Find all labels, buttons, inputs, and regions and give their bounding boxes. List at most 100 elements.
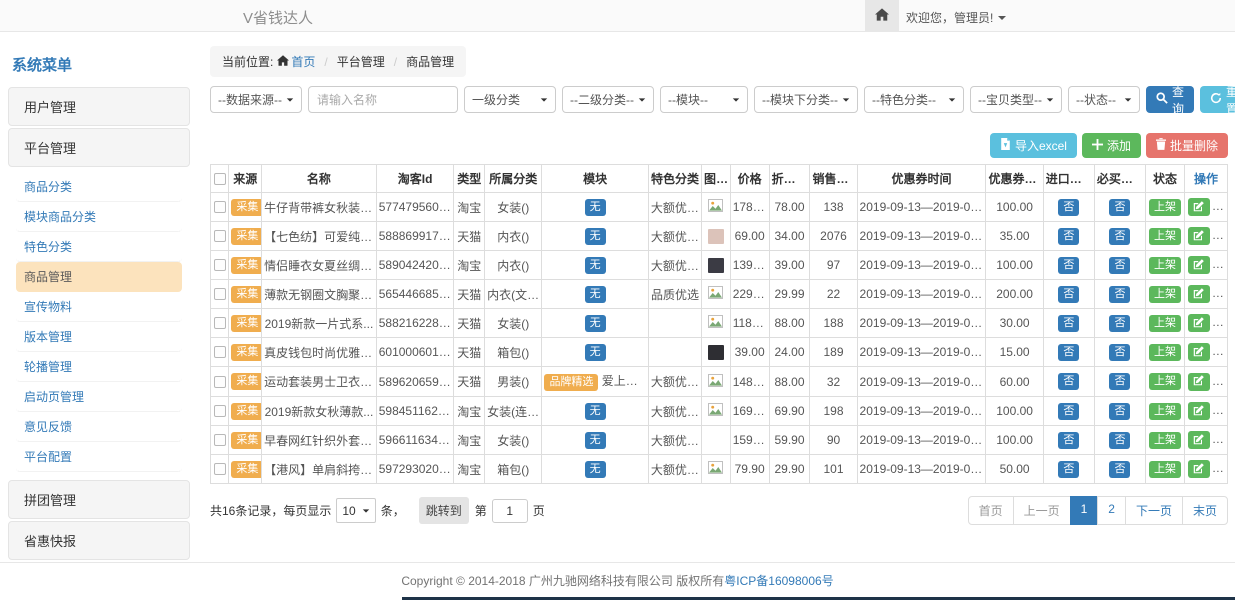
row-checkbox[interactable] <box>214 317 226 329</box>
filter-select-2[interactable]: --二级分类-- <box>562 86 654 113</box>
file-import-icon <box>1000 138 1011 153</box>
row-checkbox[interactable] <box>214 288 226 300</box>
user-menu[interactable]: 欢迎您，管理员! <box>906 9 1006 26</box>
source-cell: 采集 <box>229 397 262 426</box>
sidebar-group-拼团管理[interactable]: 拼团管理 <box>8 480 190 519</box>
pencil-icon <box>1193 287 1205 302</box>
jump-page-input[interactable] <box>492 499 528 523</box>
column-header-操作: 操作 <box>1184 165 1227 193</box>
status-badge: 上架 <box>1149 403 1181 420</box>
coupon-time-cell: 2019-09-13—2019-09-17 <box>857 426 986 455</box>
pager-item-首页[interactable]: 首页 <box>968 496 1014 525</box>
must-buy-cell: 否 <box>1094 455 1145 484</box>
sidebar-item-宣传物料[interactable]: 宣传物料 <box>16 292 182 322</box>
filter-select-4[interactable]: --模块下分类-- <box>754 86 858 113</box>
breadcrumb-item-goods: 商品管理 <box>406 53 454 70</box>
module-badge: 无 <box>585 257 606 274</box>
filter-select-value: --模块下分类-- <box>762 91 838 108</box>
pager-item-下一页[interactable]: 下一页 <box>1125 496 1183 525</box>
sale-price-cell: 29.90 <box>769 455 810 484</box>
filter-select-6[interactable]: --宝贝类型-- <box>970 86 1062 113</box>
type-cell: 天猫 <box>454 222 485 251</box>
sidebar-item-版本管理[interactable]: 版本管理 <box>16 322 182 352</box>
sale-price-cell: 39.00 <box>769 251 810 280</box>
import-badge: 否 <box>1058 257 1079 274</box>
edit-button[interactable] <box>1188 460 1210 478</box>
row-checkbox[interactable] <box>214 405 226 417</box>
pager-item-上一页[interactable]: 上一页 <box>1013 496 1071 525</box>
select-all-checkbox[interactable] <box>214 173 226 185</box>
source-badge: 采集 <box>231 228 261 245</box>
status-cell: 上架 <box>1146 367 1185 397</box>
pager-item-1[interactable]: 1 <box>1070 496 1099 525</box>
source-cell: 采集 <box>229 251 262 280</box>
breadcrumb-home-link[interactable]: 首页 <box>277 53 315 70</box>
add-button[interactable]: 添加 <box>1082 133 1141 158</box>
table-row: 采集【七色纺】可爱纯棉家...588869917501天猫内衣()无大额优惠券6… <box>211 222 1228 251</box>
source-badge: 采集 <box>231 432 261 449</box>
batch-delete-button[interactable]: 批量删除 <box>1146 133 1228 158</box>
filter-select-3[interactable]: --模块-- <box>660 86 748 113</box>
coupon-amount-cell: 100.00 <box>986 193 1043 222</box>
pager-item-2[interactable]: 2 <box>1097 496 1126 525</box>
sidebar-group-平台管理[interactable]: 平台管理 <box>8 128 190 167</box>
sidebar-item-意见反馈[interactable]: 意见反馈 <box>16 412 182 442</box>
jump-button[interactable]: 跳转到 <box>419 497 469 524</box>
category-cell: 内衣() <box>485 251 542 280</box>
row-checkbox[interactable] <box>214 346 226 358</box>
reset-button[interactable]: 重置 <box>1200 86 1235 113</box>
row-checkbox[interactable] <box>214 230 226 242</box>
sidebar-item-商品管理[interactable]: 商品管理 <box>16 262 182 292</box>
filter-select-value: 一级分类 <box>472 91 520 108</box>
sidebar-group-省惠快报[interactable]: 省惠快报 <box>8 521 190 560</box>
filter-select-5[interactable]: --特色分类-- <box>864 86 964 113</box>
coupon-time-cell: 2019-09-13—2019-09-18 <box>857 222 986 251</box>
icon-cell <box>702 338 731 367</box>
sidebar-group-用户管理[interactable]: 用户管理 <box>8 87 190 126</box>
name-search-input[interactable] <box>308 86 458 113</box>
row-checkbox[interactable] <box>214 201 226 213</box>
edit-button[interactable] <box>1188 314 1210 332</box>
edit-button[interactable] <box>1188 343 1210 361</box>
row-checkbox[interactable] <box>214 376 226 388</box>
coupon-time-cell: 2019-09-13—2019-09-15 <box>857 367 986 397</box>
edit-button[interactable] <box>1188 198 1210 216</box>
per-page-select[interactable]: 10 <box>336 498 375 523</box>
type-cell: 天猫 <box>454 367 485 397</box>
home-button[interactable] <box>865 0 899 31</box>
edit-button[interactable] <box>1188 402 1210 420</box>
module-badge: 无 <box>585 228 606 245</box>
filter-select-1[interactable]: 一级分类 <box>464 86 556 113</box>
must-buy-badge: 否 <box>1109 432 1130 449</box>
edit-button[interactable] <box>1188 285 1210 303</box>
import-excel-button[interactable]: 导入excel <box>990 133 1077 158</box>
must-buy-badge: 否 <box>1109 286 1130 303</box>
edit-button[interactable] <box>1188 256 1210 274</box>
broken-image-icon <box>708 201 723 215</box>
sidebar-item-启动页管理[interactable]: 启动页管理 <box>16 382 182 412</box>
sidebar-item-商品分类[interactable]: 商品分类 <box>16 172 182 202</box>
row-checkbox[interactable] <box>214 434 226 446</box>
sidebar-item-特色分类[interactable]: 特色分类 <box>16 232 182 262</box>
row-checkbox[interactable] <box>214 259 226 271</box>
name-cell: 2019新款一片式系... <box>262 309 377 338</box>
sidebar-item-平台配置[interactable]: 平台配置 <box>16 442 182 472</box>
search-button[interactable]: 查询 <box>1146 86 1194 113</box>
copyright-text: Copyright © 2014-2018 广州九驰网络科技有限公司 版权所有 <box>401 574 724 588</box>
sidebar-item-轮播管理[interactable]: 轮播管理 <box>16 352 182 382</box>
coupon-amount-cell: 100.00 <box>986 251 1043 280</box>
jump-suffix: 页 <box>533 502 545 519</box>
edit-button[interactable] <box>1188 431 1210 449</box>
icp-link[interactable]: 粤ICP备16098006号 <box>724 574 833 588</box>
sales-count-cell: 22 <box>810 280 857 309</box>
sidebar-item-模块商品分类[interactable]: 模块商品分类 <box>16 202 182 232</box>
edit-button[interactable] <box>1188 227 1210 245</box>
row-checkbox[interactable] <box>214 463 226 475</box>
pager-item-末页[interactable]: 末页 <box>1182 496 1228 525</box>
magnifier-icon <box>1156 92 1168 107</box>
name-cell: 2019新款女秋薄款... <box>262 397 377 426</box>
filter-select-0[interactable]: --数据来源-- <box>210 86 302 113</box>
edit-button[interactable] <box>1188 373 1210 391</box>
import-badge: 否 <box>1058 403 1079 420</box>
filter-select-7[interactable]: --状态-- <box>1068 86 1140 113</box>
